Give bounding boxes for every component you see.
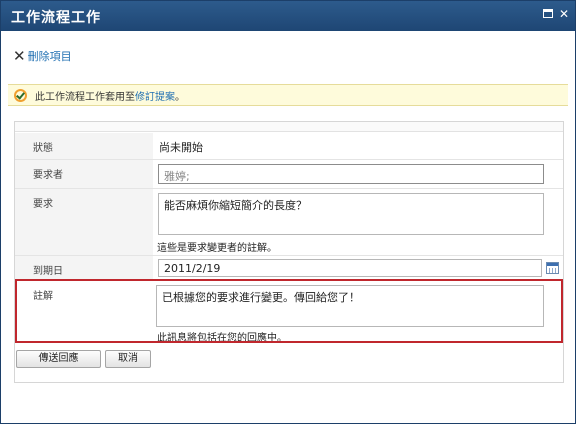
row-request: 要求 能否麻煩你縮短簡介的長度？ 這些是要求變更者的註解。 xyxy=(15,189,563,256)
delete-item-button[interactable]: ✕ 刪除項目 xyxy=(13,48,72,64)
proposal-link[interactable]: 修訂提案 xyxy=(135,88,175,103)
close-icon[interactable]: ✕ xyxy=(557,7,571,21)
maximize-icon[interactable] xyxy=(541,7,555,21)
delete-x-icon: ✕ xyxy=(13,47,26,65)
dialog-titlebar: 工作流程工作 ✕ xyxy=(1,1,575,31)
request-label: 要求 xyxy=(15,189,153,255)
send-response-button[interactable]: 傳送回應 xyxy=(16,350,101,368)
comments-highlight-box xyxy=(15,279,563,343)
status-label: 狀態 xyxy=(15,133,153,159)
form-header-strip xyxy=(15,122,563,132)
task-check-icon xyxy=(14,88,27,102)
status-value: 尚未開始 xyxy=(159,141,203,154)
workflow-status-bar: 此工作流程工作套用至 修訂提案 。 xyxy=(8,84,568,106)
request-textarea[interactable]: 能否麻煩你縮短簡介的長度？ xyxy=(158,193,544,235)
task-form: 狀態 尚未開始 要求者 雅婷; 要求 能否麻煩你縮短簡介的長度？ 這些是要求變更… xyxy=(14,121,564,383)
row-requester: 要求者 雅婷; xyxy=(15,160,563,189)
calendar-icon[interactable] xyxy=(546,262,559,274)
request-hint: 這些是要求變更者的註解。 xyxy=(157,243,277,254)
requester-label: 要求者 xyxy=(15,160,153,188)
status-suffix: 。 xyxy=(175,91,185,103)
row-status: 狀態 尚未開始 xyxy=(15,133,563,160)
workflow-task-dialog: 工作流程工作 ✕ ✕ 刪除項目 此工作流程工作套用至 修訂提案 。 狀態 尚未開… xyxy=(0,0,576,424)
delete-item-label: 刪除項目 xyxy=(27,50,72,63)
due-date-label: 到期日 xyxy=(15,256,153,280)
cancel-button[interactable]: 取消 xyxy=(105,350,151,368)
dialog-title: 工作流程工作 xyxy=(11,10,101,26)
requester-field[interactable]: 雅婷; xyxy=(158,164,544,184)
due-date-input[interactable]: 2011/2/19 xyxy=(158,259,542,277)
status-prefix: 此工作流程工作套用至 xyxy=(35,91,135,103)
row-due-date: 到期日 2011/2/19 xyxy=(15,256,563,281)
